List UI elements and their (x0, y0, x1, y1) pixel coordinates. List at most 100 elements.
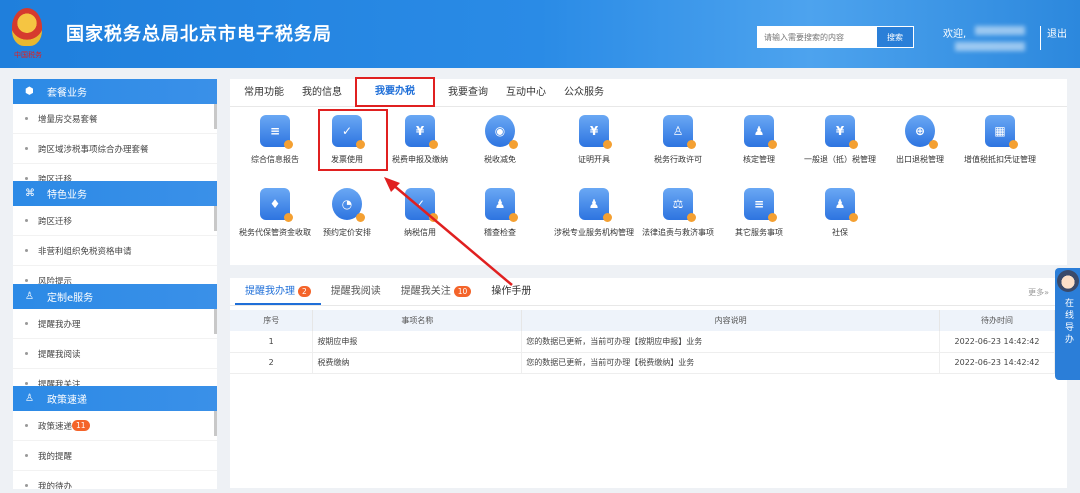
tab-1[interactable]: 我的信息 (293, 79, 351, 106)
bullet-icon (25, 219, 28, 222)
function-icon: ≡ (260, 115, 293, 149)
function-label: 社保 (832, 228, 848, 237)
function-item[interactable]: ≡ 其它服务事项 (719, 188, 799, 239)
reminder-tab[interactable]: 提醒我办理 2 (235, 278, 321, 305)
sidebar-item[interactable]: 跨区域涉税事项综合办理套餐 (13, 134, 217, 164)
function-item[interactable]: ⊕ 出口退税管理 (880, 115, 960, 166)
sidebar-section-header[interactable]: ⬢ 套餐业务 (13, 79, 217, 104)
sidebar-item[interactable]: 我的提醒 (13, 441, 217, 471)
reminder-tab-label: 提醒我关注 (400, 286, 451, 297)
function-icon: ♦ (260, 188, 293, 222)
bullet-icon (25, 117, 28, 120)
table-cell: 按期应申报 (312, 331, 523, 353)
function-glyph: ⊕ (914, 124, 926, 138)
table-cell: 您的数据已更新，当前可办理【税费缴纳】业务 (521, 352, 941, 374)
function-item[interactable]: ▦ 增值税抵扣凭证管理 (960, 115, 1040, 166)
table-row[interactable]: 1 按期应申报 您的数据已更新，当前可办理【按期应申报】业务 2022-06-23 1… (230, 331, 1055, 353)
scrollbar[interactable] (214, 104, 217, 129)
count-badge: 2 (298, 286, 311, 297)
tab-0[interactable]: 常用功能 (235, 79, 293, 106)
sidebar-section-header[interactable]: ⌘ 特色业务 (13, 181, 217, 206)
search-button[interactable]: 搜索 (877, 27, 913, 47)
main-panel: 常用功能 我的信息 我要办税 我要查询 互动中心 公众服务 ≡ 综合信息报告 ✓ 发票使用 ¥ 税费… (230, 77, 1067, 265)
accent-dot (509, 213, 518, 222)
function-item[interactable]: ♟ 社保 (800, 188, 880, 239)
function-item[interactable]: ♟ 核定管理 (719, 115, 799, 166)
function-label: 税费申报及缴纳 (392, 155, 448, 164)
reminder-tab[interactable]: 提醒我关注 10 (391, 278, 482, 305)
function-item[interactable]: ¥ 一般退（抵）税管理 (800, 115, 880, 166)
function-icon: ◉ (485, 115, 518, 149)
accent-dot (687, 140, 696, 149)
function-glyph: ♦ (269, 197, 281, 211)
function-item[interactable]: ✓ 发票使用 (307, 115, 387, 166)
function-glyph: ♙ (672, 124, 684, 138)
divider (1040, 26, 1041, 50)
sidebar-item[interactable]: 跨区迁移 (13, 164, 217, 182)
sidebar-item[interactable]: 跨区迁移 (13, 206, 217, 236)
accent-dot (768, 213, 777, 222)
logout-link[interactable]: 退出 (1047, 25, 1067, 40)
reminder-tab[interactable]: 操作手册 (481, 278, 541, 305)
sidebar-section-header[interactable]: ♙ 定制e服务 (13, 284, 217, 309)
function-glyph: ¥ (589, 124, 599, 138)
tab-5[interactable]: 公众服务 (555, 79, 613, 106)
function-item[interactable]: ♙ 税务行政许可 (638, 115, 718, 166)
accent-dot (603, 213, 612, 222)
user-org-blurred (955, 42, 1025, 51)
function-item[interactable]: ◔ 预约定价安排 (307, 188, 387, 239)
function-item[interactable]: ¥ 税费申报及缴纳 (380, 115, 460, 166)
function-icon: ¥ (579, 115, 612, 149)
function-icon: ✓ (332, 115, 365, 149)
function-label: 法律追责与救济事项 (642, 228, 714, 237)
tab-3[interactable]: 我要查询 (439, 79, 497, 106)
function-item[interactable]: ♟ 涉税专业服务机构管理 (554, 188, 634, 239)
tab-4[interactable]: 互动中心 (497, 79, 555, 106)
function-glyph: ◉ (494, 124, 506, 138)
search-input[interactable] (758, 27, 877, 47)
sidebar-item[interactable]: 政策速递 11 (13, 411, 217, 441)
function-label: 预约定价安排 (323, 228, 371, 237)
welcome-text: 欢迎, (943, 29, 967, 40)
function-label: 涉税专业服务机构管理 (554, 228, 634, 237)
sidebar-section-title: 套餐业务 (47, 88, 87, 99)
scrollbar[interactable] (214, 206, 217, 231)
sidebar-item-label: 非营利组织免税资格申请 (38, 246, 132, 257)
function-label: 增值税抵扣凭证管理 (964, 155, 1036, 164)
function-item[interactable]: ◉ 税收减免 (460, 115, 540, 166)
sidebar-item[interactable]: 我的待办 (13, 471, 217, 489)
more-link[interactable]: 更多» (1028, 287, 1049, 298)
accent-dot (1009, 140, 1018, 149)
scrollbar[interactable] (214, 309, 217, 334)
sidebar-item[interactable]: 提醒我阅读 (13, 339, 217, 369)
bullet-icon (25, 147, 28, 150)
accent-dot (687, 213, 696, 222)
function-item[interactable]: ✓ 纳税信用 (380, 188, 460, 239)
sidebar-section: ⬢ 套餐业务 增量房交易套餐 跨区域涉税事项综合办理套餐 跨区迁移 (13, 79, 217, 182)
sidebar-item[interactable]: 非营利组织免税资格申请 (13, 236, 217, 266)
function-item[interactable]: ♦ 税务代保管资金收取 (235, 188, 315, 239)
accent-dot (429, 213, 438, 222)
sidebar-item[interactable]: 提醒我关注 (13, 369, 217, 387)
function-item[interactable]: ⚖ 法律追责与救济事项 (638, 188, 718, 239)
function-label: 综合信息报告 (251, 155, 299, 164)
table-row[interactable]: 2 税费缴纳 您的数据已更新，当前可办理【税费缴纳】业务 2022-06-23 14:… (230, 352, 1055, 374)
scrollbar[interactable] (214, 411, 217, 436)
function-glyph: ⚖ (672, 197, 684, 211)
function-item[interactable]: ♟ 稽查检查 (460, 188, 540, 239)
bullet-icon (25, 382, 28, 385)
reminder-panel: 提醒我办理 2 提醒我阅读 提醒我关注 10 操作手册 更多» 序号 事项名称 内容说明 待办时间… (230, 278, 1067, 488)
reminder-tab[interactable]: 提醒我阅读 (321, 278, 391, 305)
sidebar-item[interactable]: 提醒我办理 (13, 309, 217, 339)
sidebar-section-header[interactable]: ♙ 政策速递 (13, 386, 217, 411)
function-label: 纳税信用 (404, 228, 436, 237)
sidebar-item[interactable]: 风险提示 (13, 266, 217, 284)
online-guide-button[interactable]: 在线导办 (1055, 268, 1080, 380)
function-label: 发票使用 (331, 155, 363, 164)
reminder-table: 序号 事项名称 内容说明 待办时间 1 按期应申报 您的数据已更新，当前可办理【按期应申报… (230, 310, 1055, 374)
sidebar-item[interactable]: 增量房交易套餐 (13, 104, 217, 134)
sidebar-item-label: 我的待办 (38, 481, 73, 490)
function-item[interactable]: ¥ 证明开具 (554, 115, 634, 166)
function-item[interactable]: ≡ 综合信息报告 (235, 115, 315, 166)
tab-2[interactable]: 我要办税 (355, 77, 435, 107)
